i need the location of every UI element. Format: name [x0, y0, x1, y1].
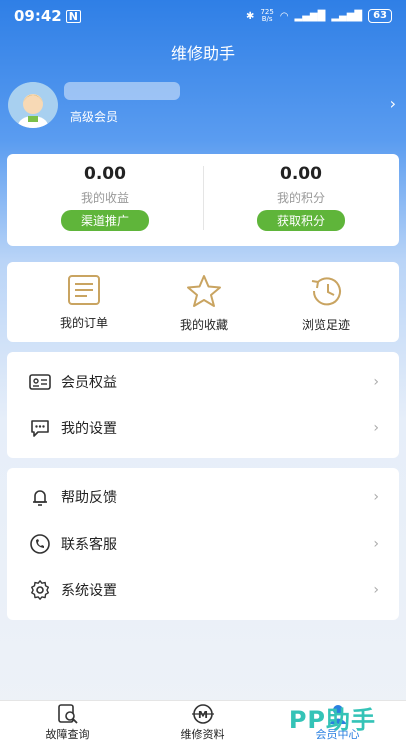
chevron-right-icon[interactable]: ›: [390, 94, 396, 113]
gear-icon: [27, 577, 53, 603]
menu-group-2: 帮助反馈 › 联系客服 › 系统设置 ›: [7, 468, 399, 620]
tab-fault-search[interactable]: 故障查询: [0, 701, 135, 743]
quick-action-label: 我的收藏: [179, 318, 228, 332]
chevron-right-icon: ›: [373, 420, 379, 436]
member-card-icon: [27, 369, 53, 395]
menu-label: 帮助反馈: [61, 490, 117, 506]
profile-header[interactable]: 高级会员 ›: [0, 80, 406, 132]
quick-action-label: 浏览足迹: [301, 318, 350, 332]
wifi-icon: ◠: [279, 10, 289, 22]
svg-text:M: M: [198, 710, 208, 721]
tab-label: 维修资料: [180, 728, 225, 741]
member-level: 高级会员: [70, 110, 119, 124]
status-bar: 09:42 N ✱ 725 B/s ◠ ▂▄▆█ ▂▄▆█ 63: [0, 0, 406, 32]
earnings-value: 0.00: [84, 164, 126, 184]
star-icon: [187, 275, 221, 307]
app-title: 维修助手: [170, 44, 235, 63]
status-left: 09:42 N: [14, 7, 81, 25]
battery-indicator: 63: [368, 9, 392, 23]
menu-label: 系统设置: [61, 583, 117, 599]
quick-action-favorites[interactable]: 我的收藏: [149, 274, 259, 333]
status-right: ✱ 725 B/s ◠ ▂▄▆█ ▂▄▆█ 63: [246, 9, 392, 23]
menu-item-help-feedback[interactable]: 帮助反馈 ›: [7, 474, 399, 520]
points-value: 0.00: [280, 164, 322, 184]
chevron-right-icon: ›: [373, 374, 379, 390]
bluetooth-icon: ✱: [246, 10, 255, 22]
chevron-right-icon: ›: [373, 489, 379, 505]
signal-icon-2: ▂▄▆█: [331, 10, 363, 22]
channel-promotion-button[interactable]: 渠道推广: [61, 210, 149, 231]
chevron-right-icon: ›: [373, 536, 379, 552]
fault-search-icon: [57, 704, 78, 724]
quick-action-history[interactable]: 浏览足迹: [271, 274, 381, 333]
menu-label: 联系客服: [61, 537, 117, 553]
chevron-right-icon: ›: [373, 582, 379, 598]
order-icon: [68, 275, 100, 305]
menu-item-system-settings[interactable]: 系统设置 ›: [7, 567, 399, 613]
status-time: 09:42: [14, 7, 62, 25]
tab-repair-docs[interactable]: M 维修资料: [135, 701, 270, 743]
tab-label: 故障查询: [45, 728, 90, 741]
avatar[interactable]: [8, 82, 58, 128]
get-points-button[interactable]: 获取积分: [257, 210, 345, 231]
points-stat: 0.00 我的积分 获取积分: [203, 154, 399, 246]
repair-docs-icon: M: [191, 704, 214, 724]
menu-item-member-benefits[interactable]: 会员权益 ›: [7, 359, 399, 405]
chat-bubbles-icon: [27, 415, 53, 441]
earnings-label: 我的收益: [80, 191, 129, 205]
watermark-logo: PP助手: [288, 706, 376, 734]
stats-card: 0.00 我的收益 渠道推广 0.00 我的积分 获取积分: [7, 154, 399, 246]
earnings-stat: 0.00 我的收益 渠道推广: [7, 154, 203, 246]
menu-label: 我的设置: [61, 421, 117, 437]
quick-actions-card: 我的订单 我的收藏 浏览足迹: [7, 262, 399, 342]
menu-group-1: 会员权益 › 我的设置 ›: [7, 352, 399, 458]
quick-action-orders[interactable]: 我的订单: [29, 274, 139, 331]
nfc-icon: N: [65, 9, 81, 23]
username-redacted: [64, 82, 180, 100]
phone-chat-icon: [27, 531, 53, 557]
menu-item-my-settings[interactable]: 我的设置 ›: [7, 405, 399, 451]
signal-icon: ▂▄▆█: [294, 10, 326, 22]
network-speed: 725 B/s: [260, 8, 274, 23]
points-label: 我的积分: [276, 191, 325, 205]
bell-icon: [27, 484, 53, 510]
menu-item-contact-support[interactable]: 联系客服 ›: [7, 521, 399, 567]
history-icon: [311, 277, 341, 306]
menu-label: 会员权益: [61, 375, 117, 391]
quick-action-label: 我的订单: [59, 316, 108, 330]
